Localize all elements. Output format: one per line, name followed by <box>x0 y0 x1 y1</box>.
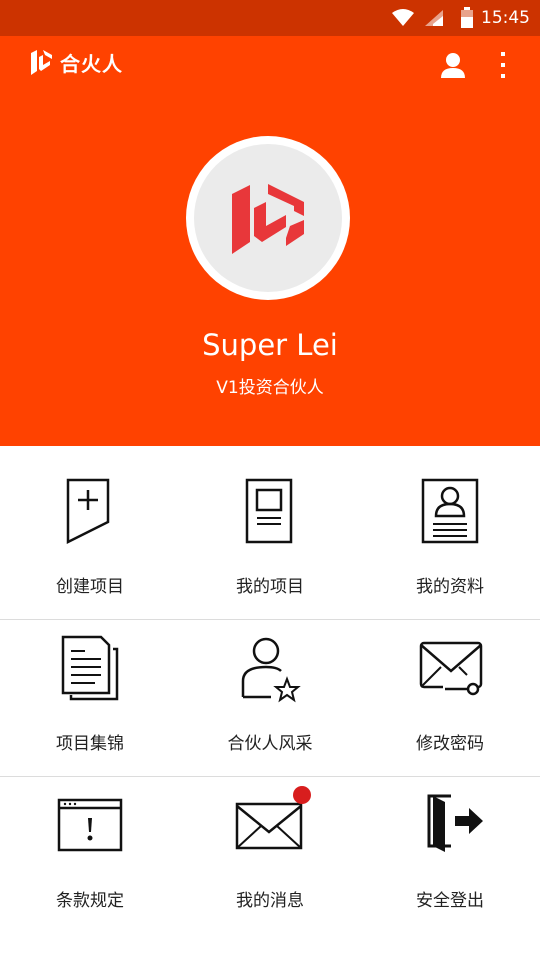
brand-logo-icon <box>232 184 304 254</box>
change-password-icon <box>419 641 483 696</box>
menu-label: 条款规定 <box>56 891 124 911</box>
menu-item-create-project[interactable]: 创建项目 <box>0 464 180 604</box>
create-project-icon <box>66 478 110 545</box>
menu-label: 我的项目 <box>236 577 304 597</box>
menu-item-partner-showcase[interactable]: 合伙人风采 <box>180 621 360 761</box>
menu-row: 创建项目 我的项目 我的资料 <box>0 464 540 620</box>
menu-item-my-profile[interactable]: 我的资料 <box>360 464 540 604</box>
status-bar: 15:45 <box>0 0 540 36</box>
battery-icon <box>461 7 473 28</box>
menu-label: 合伙人风采 <box>227 734 313 754</box>
profile-icon[interactable] <box>438 50 468 80</box>
my-project-icon <box>245 478 293 544</box>
menu-item-terms[interactable]: 条款规定 <box>0 778 180 918</box>
menu-label: 安全登出 <box>416 891 484 911</box>
app-logo-icon <box>31 49 52 75</box>
menu-item-my-project[interactable]: 我的项目 <box>180 464 360 604</box>
user-role: V1投资合伙人 <box>216 378 324 398</box>
app-title: 合火人 <box>60 52 123 76</box>
logout-icon <box>427 794 483 852</box>
menu-label: 修改密码 <box>416 734 484 754</box>
unread-badge <box>293 786 311 804</box>
avatar-image <box>194 144 342 292</box>
divider <box>0 776 540 777</box>
menu-label: 我的消息 <box>236 891 304 911</box>
menu-item-change-password[interactable]: 修改密码 <box>360 621 540 761</box>
messages-icon <box>235 802 303 850</box>
project-collection-icon <box>61 635 119 701</box>
terms-icon <box>57 798 123 852</box>
profile-header: 合火人 Super Lei V1投资合伙人 <box>0 36 540 446</box>
wifi-icon <box>392 9 414 26</box>
clock: 15:45 <box>481 8 530 28</box>
menu-label: 项目集锦 <box>56 734 124 754</box>
user-name: Super Lei <box>202 328 338 362</box>
partner-showcase-icon <box>241 637 301 703</box>
menu-grid: 创建项目 我的项目 我的资料 项目集锦 合伙人风采 修改密码 条款规定 我的消息… <box>0 446 540 960</box>
menu-row: 条款规定 我的消息 安全登出 <box>0 778 540 934</box>
menu-item-my-messages[interactable]: 我的消息 <box>180 778 360 918</box>
menu-row: 项目集锦 合伙人风采 修改密码 <box>0 621 540 777</box>
brand: 合火人 <box>28 48 123 77</box>
app-bar: 合火人 <box>0 36 540 92</box>
menu-label: 我的资料 <box>416 577 484 597</box>
signal-icon <box>425 10 443 26</box>
menu-item-logout[interactable]: 安全登出 <box>360 778 540 918</box>
my-profile-icon <box>421 478 479 544</box>
more-options-icon[interactable] <box>490 48 516 82</box>
avatar[interactable] <box>186 136 350 300</box>
divider <box>0 619 540 620</box>
menu-item-project-collection[interactable]: 项目集锦 <box>0 621 180 761</box>
menu-label: 创建项目 <box>56 577 124 597</box>
